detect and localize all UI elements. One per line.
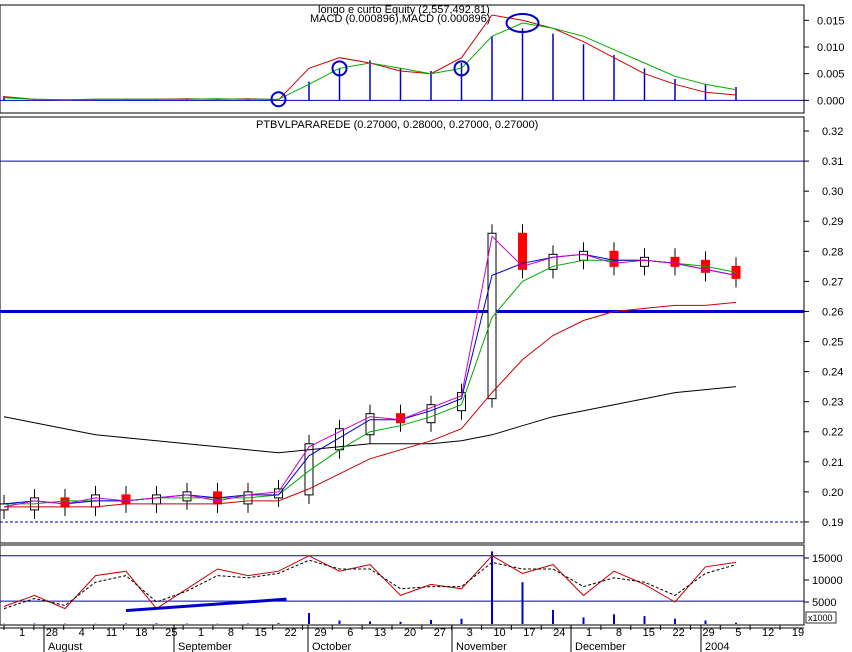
price-y-tick-label: 0.20	[822, 487, 843, 499]
volume-panel-frame	[0, 544, 805, 626]
macd-y-tick-label: 0.015	[817, 15, 845, 27]
volume-y-tick-label: 5000	[812, 597, 836, 609]
x-day-label: 15	[255, 627, 267, 639]
x-day-label: 11	[106, 627, 117, 639]
volume-y-tick-label: 10000	[812, 575, 843, 587]
x-day-label: 17	[523, 627, 535, 639]
x-month-label: December	[575, 641, 626, 652]
x-day-label: 1	[19, 627, 25, 639]
x-day-label: 5	[735, 627, 741, 639]
price-y-tick-label: 0.22	[822, 427, 843, 439]
x-day-label: 1	[198, 627, 204, 639]
x-day-label: 20	[404, 627, 416, 639]
price-y-tick-label: 0.29	[822, 216, 843, 228]
price-y-tick-label: 0.32	[822, 126, 843, 138]
price-candle	[152, 494, 161, 505]
price-candle	[609, 250, 619, 267]
ma-mid-line	[4, 259, 737, 505]
price-y-tick-label: 0.19	[822, 517, 843, 529]
macd-y-tick-label: 0.010	[817, 42, 845, 54]
x-day-label: 3	[467, 627, 473, 639]
price-candle	[121, 494, 131, 505]
price-y-tick-label: 0.25	[822, 337, 843, 349]
macd-y-tick-label: 0.005	[817, 69, 845, 81]
x-day-label: 25	[165, 627, 177, 639]
ma-short-blue-line	[3, 253, 737, 505]
x-month-label: September	[178, 641, 232, 652]
price-candle	[640, 256, 649, 267]
x-day-label: 12	[762, 627, 774, 639]
x-day-label: 27	[434, 627, 446, 639]
price-candle	[487, 232, 497, 400]
x-day-label: 4	[79, 627, 85, 639]
price-candle	[579, 250, 588, 261]
chart-canvas: longo e curto Equity (2,557,492.81) MACD…	[0, 4, 845, 652]
x-day-label: 13	[374, 627, 386, 639]
x-day-label: 22	[672, 627, 684, 639]
price-y-tick-label: 0.23	[822, 397, 843, 409]
price-y-tick-label: 0.28	[822, 246, 843, 258]
price-candle	[670, 256, 680, 267]
x-day-label: 8	[616, 627, 622, 639]
volume-y-tick-label: 15000	[812, 553, 843, 565]
x-day-label: 10	[493, 627, 505, 639]
price-y-tick-label: 0.24	[822, 367, 843, 379]
price-y-tick-label: 0.30	[822, 186, 843, 198]
x-day-label: 28	[46, 627, 58, 639]
price-panel-frame	[0, 116, 805, 544]
x-month-label: November	[456, 641, 507, 652]
macd-title-line2: MACD (0.000896),MACD (0.000896)	[310, 13, 490, 25]
price-close-line	[3, 235, 737, 508]
x-day-label: 8	[228, 627, 234, 639]
x-day-label: 24	[553, 627, 565, 639]
macd-y-tick-label: 0.000	[817, 95, 845, 107]
price-candle	[60, 497, 70, 508]
x-month-label: August	[48, 641, 82, 652]
price-y-tick-label: 0.26	[822, 306, 843, 318]
price-y-tick-label: 0.31	[822, 156, 843, 168]
x-day-label: 18	[135, 627, 147, 639]
price-y-tick-label: 0.21	[822, 457, 843, 469]
x-month-label: 2004	[705, 641, 729, 652]
x-day-label: 22	[284, 627, 296, 639]
x-day-label: 29	[702, 627, 714, 639]
volume-unit-label: x1000	[808, 613, 833, 623]
price-title: PTBVLPARAREDE (0.27000, 0.28000, 0.27000…	[256, 119, 538, 131]
x-day-label: 19	[792, 627, 804, 639]
x-day-label: 1	[586, 627, 592, 639]
x-month-label: October	[312, 641, 351, 652]
x-day-label: 29	[314, 627, 326, 639]
ma-long-line	[4, 301, 737, 508]
price-y-tick-label: 0.27	[822, 276, 843, 288]
x-day-label: 6	[347, 627, 353, 639]
price-candle	[274, 488, 283, 499]
x-day-label: 15	[643, 627, 655, 639]
price-candle	[182, 491, 192, 502]
